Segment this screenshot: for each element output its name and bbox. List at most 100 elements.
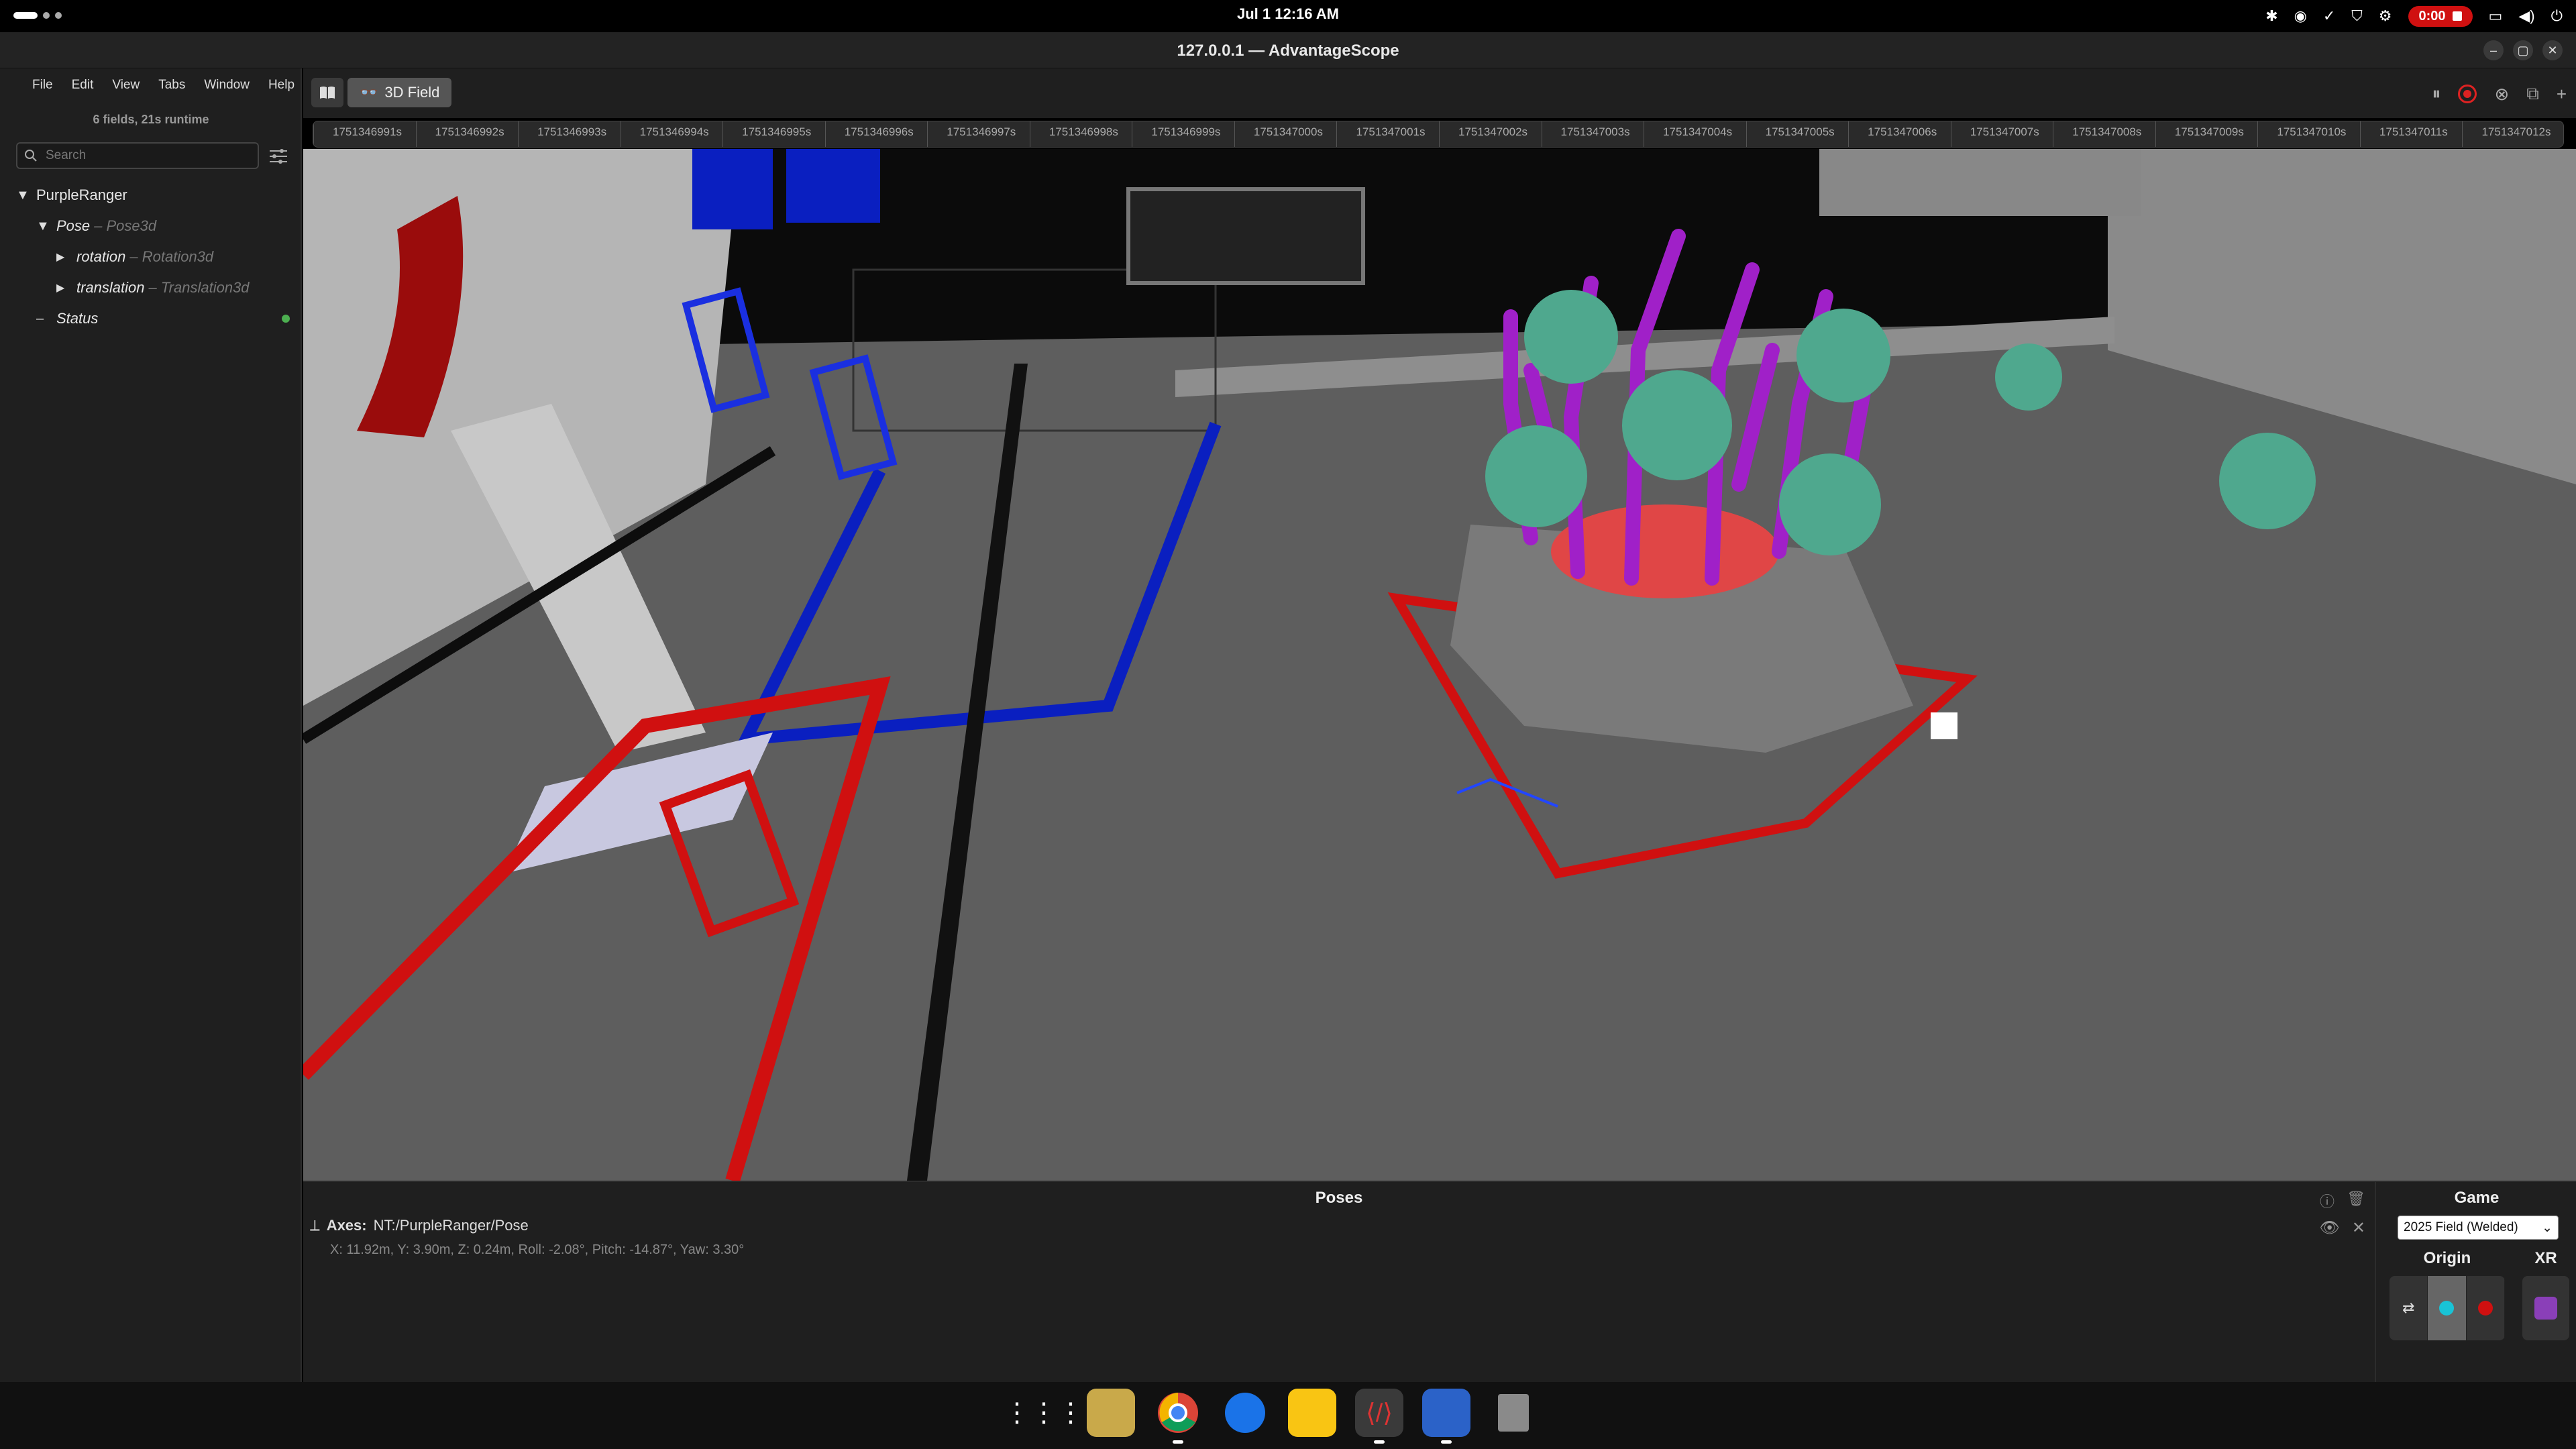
tab-3d-field[interactable]: 👓 3D Field xyxy=(347,78,452,107)
3d-field-view[interactable] xyxy=(303,149,2576,1181)
expand-triangle-icon[interactable]: ▼ xyxy=(36,219,56,234)
filter-icon[interactable] xyxy=(268,146,288,166)
pose-values: X: 11.92m, Y: 3.90m, Z: 0.24m, Roll: -2.… xyxy=(330,1242,745,1257)
timeline-tick: 1751346995s xyxy=(722,121,811,147)
eye-icon[interactable]: 👁 xyxy=(2319,1218,2339,1238)
timeline-tick: 1751346994s xyxy=(620,121,709,147)
power-icon[interactable]: ⏻ xyxy=(2551,7,2563,25)
display-icon[interactable]: ▭ xyxy=(2489,7,2503,25)
origin-label: Origin xyxy=(2423,1249,2471,1267)
app-grid-icon[interactable]: ⋮⋮⋮ xyxy=(1004,1389,1084,1437)
minimize-button[interactable]: – xyxy=(2483,40,2504,60)
menu-help[interactable]: Help xyxy=(268,78,294,93)
field-select[interactable]: 2025 Field (Welded) ⌄ xyxy=(2398,1216,2559,1240)
scoring-panel xyxy=(1126,187,1365,285)
menu-edit[interactable]: Edit xyxy=(72,78,94,93)
check-icon[interactable]: ✓ xyxy=(2323,7,2335,25)
leaf-dash-icon: – xyxy=(36,311,44,326)
timeline-tick: 1751346993s xyxy=(518,121,606,147)
collapse-triangle-icon[interactable]: ▶ xyxy=(56,281,76,294)
timeline-tick: 1751347010s xyxy=(2257,121,2346,147)
timeline-tick: 1751346997s xyxy=(927,121,1016,147)
poses-title: Poses xyxy=(1315,1189,1363,1207)
menu-file[interactable]: File xyxy=(32,78,53,93)
trash-icon[interactable]: 🗑 xyxy=(2347,1190,2365,1212)
game-panel: Game 2025 Field (Welded) ⌄ Origin XR ⇄ xyxy=(2375,1181,2576,1382)
origin-red-button[interactable] xyxy=(2466,1276,2505,1340)
shield-icon[interactable]: ⛉ xyxy=(2351,7,2363,25)
system-clock[interactable]: Jul 1 12:16 AM xyxy=(0,5,2576,23)
tree-row-purpleranger[interactable]: ▼ PurpleRanger xyxy=(0,180,302,211)
pose-item[interactable]: ⟂ Axes: NT:/PurpleRanger/Pose xyxy=(310,1217,529,1234)
glasses-icon: 👓 xyxy=(360,84,378,101)
status-indicator-dot xyxy=(282,315,290,323)
dock: ⋮⋮⋮ ⟨/⟩ xyxy=(0,1382,2576,1449)
origin-blue-button[interactable] xyxy=(2428,1276,2467,1340)
maximize-button[interactable]: ▢ xyxy=(2513,40,2533,60)
timeline-tick: 1751347003s xyxy=(1541,121,1630,147)
tray-app-icon[interactable]: ✱ xyxy=(2265,7,2277,25)
trash-icon[interactable] xyxy=(1489,1389,1538,1437)
menu-window[interactable]: Window xyxy=(204,78,250,93)
timeline-tick: 1751346998s xyxy=(1029,121,1118,147)
runtime-summary: 6 fields, 21s runtime xyxy=(93,113,209,126)
timeline-tick: 1751347012s xyxy=(2462,121,2551,147)
timeline-tick: 1751347007s xyxy=(1950,121,2039,147)
notes-icon[interactable] xyxy=(1288,1389,1336,1437)
game-title: Game xyxy=(2454,1189,2500,1207)
steam-icon[interactable]: ⚙ xyxy=(2379,7,2392,25)
timeline-tick: 1751347002s xyxy=(1439,121,1527,147)
menu-tabs[interactable]: Tabs xyxy=(158,78,185,93)
close-tab-icon[interactable]: ⊗ xyxy=(2494,84,2509,105)
tree-row-pose[interactable]: ▼ Pose – Pose3d xyxy=(0,211,302,241)
popup-window-icon[interactable]: ⧉ xyxy=(2526,83,2539,105)
system-tray: ✱ ◉ ✓ ⛉ ⚙ 0:00 ▭ ◀) ⏻ xyxy=(2265,4,2563,28)
menu-view[interactable]: View xyxy=(112,78,140,93)
window-titlebar[interactable]: 127.0.0.1 — AdvantageScope – ▢ ✕ xyxy=(0,32,2576,68)
xr-icon xyxy=(2534,1297,2557,1320)
timeline-tick: 1751347000s xyxy=(1234,121,1323,147)
poses-panel: Poses ⓘ 🗑 ⟂ Axes: NT:/PurpleRanger/Pose … xyxy=(303,1181,2375,1382)
field-render[interactable] xyxy=(303,149,2576,1181)
sidebar: File Edit View Tabs Window Help 6 fields… xyxy=(0,68,302,1382)
tree-row-translation[interactable]: ▶ translation – Translation3d xyxy=(0,272,302,303)
record-icon[interactable] xyxy=(2458,85,2477,103)
tree-row-status[interactable]: – Status xyxy=(0,303,302,334)
timeline-tick: 1751346992s xyxy=(415,121,504,147)
timeline-tick: 1751346991s xyxy=(313,121,402,147)
field-tree: ▼ PurpleRanger ▼ Pose – Pose3d ▶ rotatio… xyxy=(0,180,302,334)
search-icon xyxy=(25,150,37,162)
book-icon[interactable] xyxy=(311,78,343,107)
expand-triangle-icon[interactable]: ▼ xyxy=(16,188,36,203)
timeline[interactable]: 1751346991s 1751346992s 1751346993s 1751346… xyxy=(313,121,2564,148)
timeline-tick: 1751346999s xyxy=(1132,121,1220,147)
tree-row-rotation[interactable]: ▶ rotation – Rotation3d xyxy=(0,241,302,272)
timeline-tick: 1751347004s xyxy=(1644,121,1732,147)
advantagescope-icon[interactable]: ⟨/⟩ xyxy=(1355,1389,1403,1444)
add-tab-icon[interactable]: + xyxy=(2557,84,2567,105)
volume-icon[interactable]: ◀) xyxy=(2518,7,2534,25)
xr-button[interactable] xyxy=(2522,1276,2569,1340)
tab-bar: 👓 3D Field ⏸ ⊗ ⧉ + xyxy=(303,68,2576,118)
pause-icon[interactable]: ⏸ xyxy=(2432,83,2440,105)
timeline-tick: 1751347011s xyxy=(2359,121,2448,147)
collapse-triangle-icon[interactable]: ▶ xyxy=(56,250,76,264)
origin-auto-button[interactable]: ⇄ xyxy=(2390,1276,2428,1340)
files-icon[interactable] xyxy=(1087,1389,1135,1437)
search-input[interactable] xyxy=(44,146,252,165)
text-editor-icon[interactable] xyxy=(1422,1389,1470,1444)
discord-icon[interactable]: ◉ xyxy=(2294,7,2307,25)
window-title: 127.0.0.1 — AdvantageScope xyxy=(1177,42,1399,60)
screen-recording-indicator[interactable]: 0:00 xyxy=(2408,5,2473,27)
timeline-tick: 1751347006s xyxy=(1848,121,1937,147)
help-icon[interactable]: ⓘ xyxy=(2320,1190,2334,1212)
remove-pose-icon[interactable]: ✕ xyxy=(2352,1218,2365,1238)
toggle-icon: ⇄ xyxy=(2402,1299,2415,1316)
axes-icon: ⟂ xyxy=(310,1217,320,1234)
timeline-tick: 1751347008s xyxy=(2053,121,2141,147)
close-window-button[interactable]: ✕ xyxy=(2542,40,2563,60)
search-box[interactable] xyxy=(16,142,259,169)
chrome-icon[interactable] xyxy=(1154,1389,1202,1444)
chevron-down-icon: ⌄ xyxy=(2542,1221,2553,1235)
chat-icon[interactable] xyxy=(1221,1389,1269,1437)
